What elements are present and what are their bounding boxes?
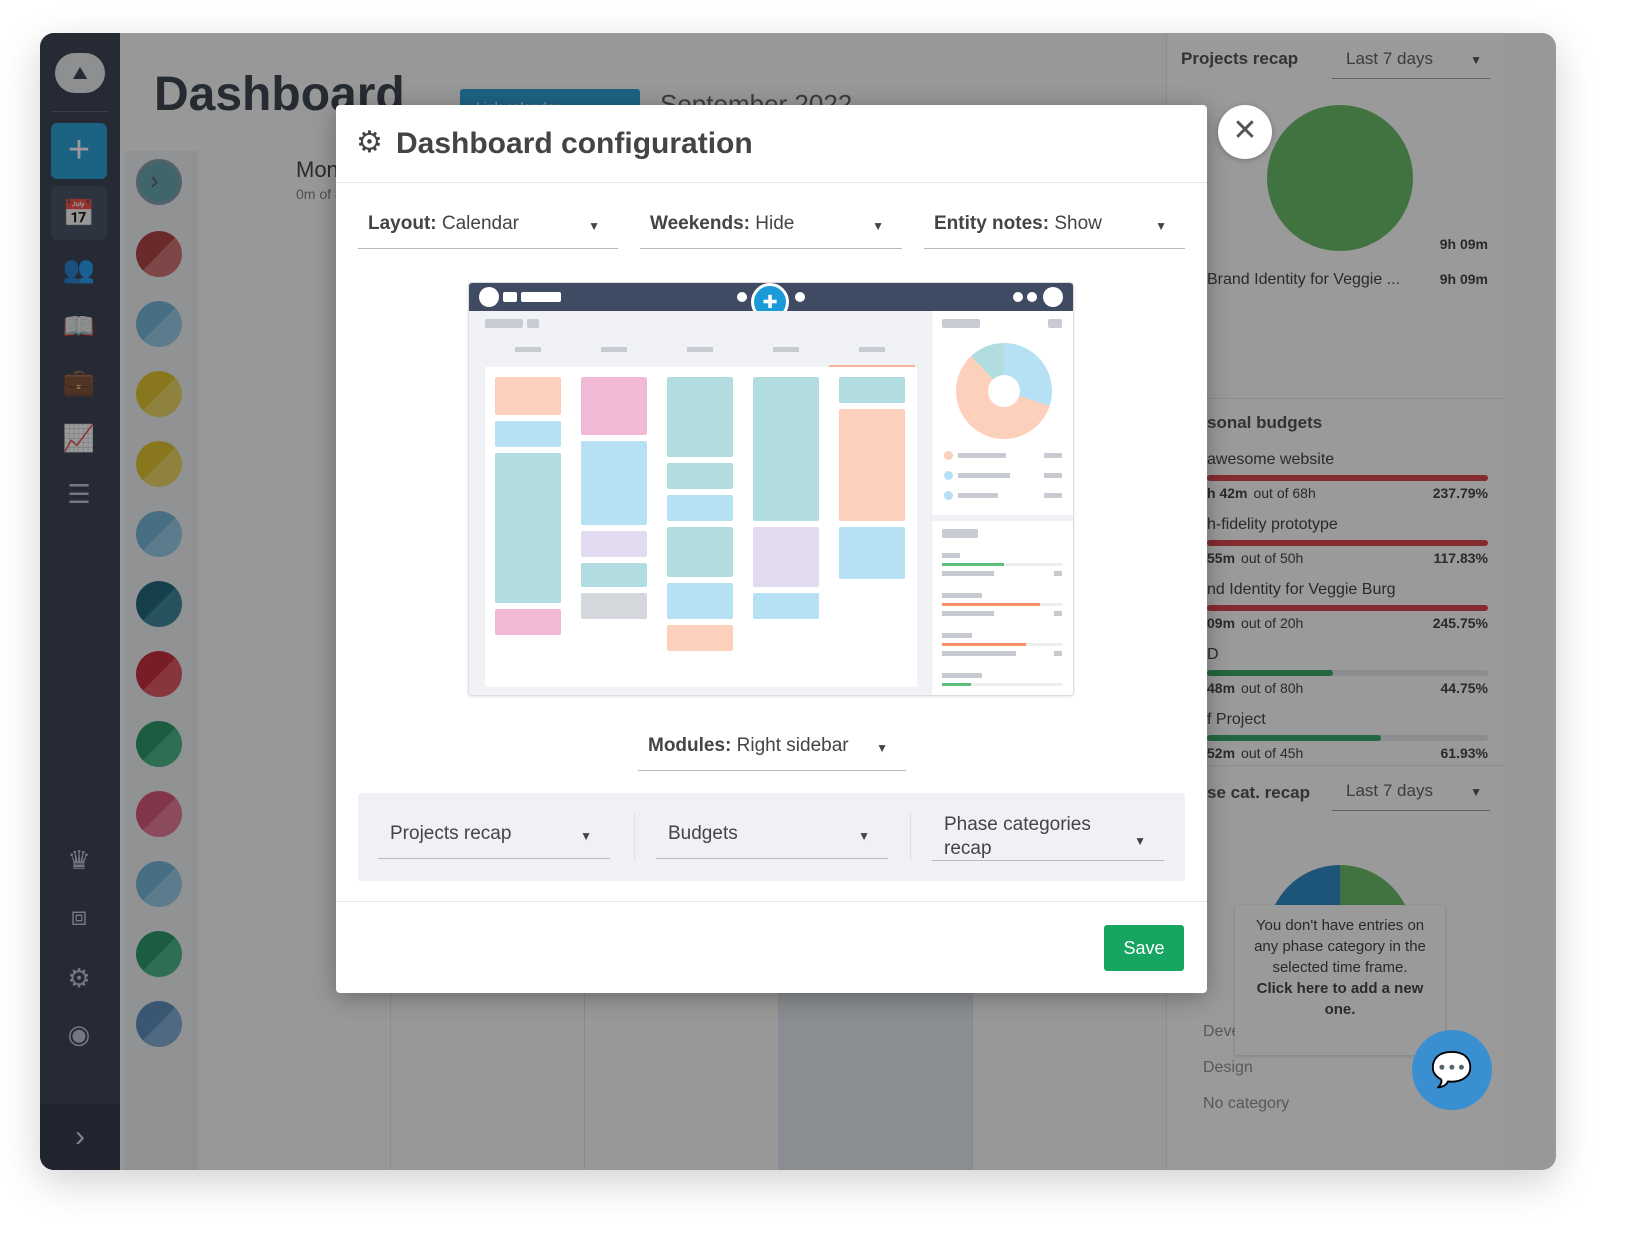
module-slot-1-select[interactable]: Projects recap ▼ [378, 811, 610, 859]
layout-label: Layout: [368, 213, 437, 234]
save-button[interactable]: Save [1104, 925, 1184, 971]
module-slot-2-value: Budgets [668, 823, 738, 844]
caret-down-icon: ▼ [872, 219, 884, 233]
modules-select[interactable]: Modules: Right sidebar ▼ [638, 723, 906, 771]
close-modal-button[interactable]: ✕ [1218, 105, 1272, 159]
caret-down-icon: ▼ [1134, 834, 1146, 848]
slot-divider [634, 813, 635, 861]
modal-header: ⚙ Dashboard configuration [336, 105, 1207, 183]
layout-value: Calendar [441, 213, 519, 234]
weekends-label: Weekends: [650, 213, 750, 234]
preview-calendar-area [469, 311, 931, 695]
chat-bubble-icon[interactable]: 💬 [1412, 1030, 1492, 1110]
module-slot-1-value: Projects recap [390, 823, 512, 844]
module-slot-2-select[interactable]: Budgets ▼ [656, 811, 888, 859]
caret-down-icon: ▼ [588, 219, 600, 233]
layout-select[interactable]: Layout: Calendar ▼ [358, 201, 618, 249]
caret-down-icon: ▼ [876, 741, 888, 755]
modules-value: Right sidebar [736, 735, 849, 756]
weekends-value: Hide [755, 213, 795, 234]
weekends-select[interactable]: Weekends: Hide ▼ [640, 201, 902, 249]
dashboard-config-modal: ⚙ Dashboard configuration Layout: Calend… [336, 105, 1207, 993]
entity-notes-label: Entity notes: [934, 213, 1050, 234]
module-slots: Projects recap ▼ Budgets ▼ Phase categor… [358, 793, 1185, 881]
modules-label: Modules: [648, 735, 732, 756]
module-slot-3-select[interactable]: Phase categories recap ▼ [932, 807, 1164, 861]
preview-topbar: ✚ [469, 283, 1073, 321]
preview-sidebar [931, 311, 1073, 695]
entity-notes-value: Show [1054, 213, 1102, 234]
layout-preview-image: ✚ [468, 282, 1074, 696]
modal-footer-divider [336, 901, 1207, 902]
module-slot-3-value: Phase categories recap [944, 814, 1091, 859]
modal-title: Dashboard configuration [396, 127, 753, 160]
gear-icon: ⚙ [356, 126, 383, 159]
caret-down-icon: ▼ [858, 829, 870, 843]
caret-down-icon: ▼ [580, 829, 592, 843]
entity-notes-select[interactable]: Entity notes: Show ▼ [924, 201, 1185, 249]
caret-down-icon: ▼ [1155, 219, 1167, 233]
slot-divider [910, 813, 911, 861]
